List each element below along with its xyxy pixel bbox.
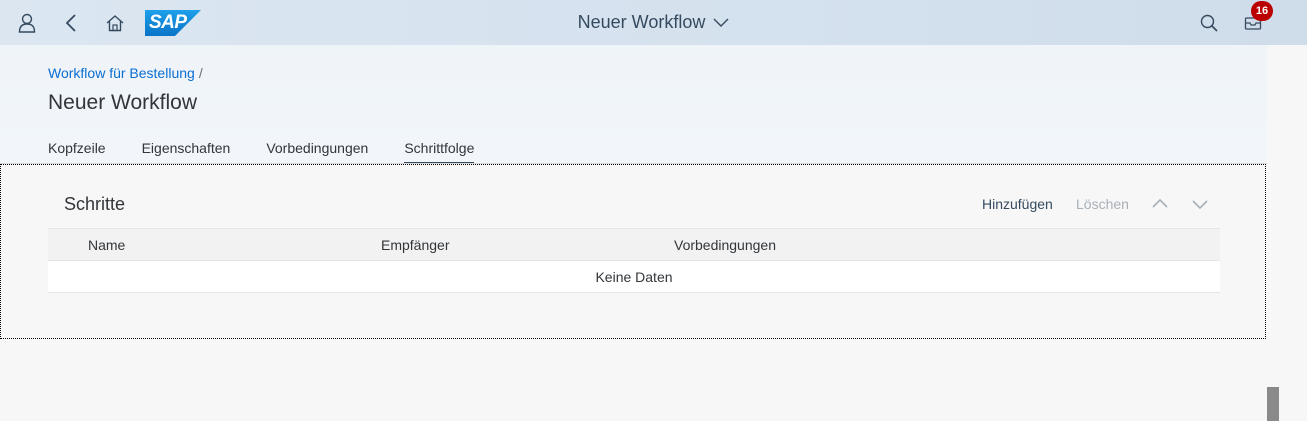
sap-logo[interactable]: SAP (145, 10, 201, 36)
breadcrumb: Workflow für Bestellung / (48, 65, 203, 81)
scrollbar-thumb[interactable] (1267, 387, 1279, 421)
back-icon[interactable] (53, 0, 89, 45)
add-button[interactable]: Hinzufügen (982, 196, 1053, 212)
move-down-icon[interactable] (1190, 194, 1210, 214)
search-icon[interactable] (1191, 0, 1227, 45)
page-title: Neuer Workflow (48, 91, 197, 114)
no-data-text: Keine Daten (595, 268, 673, 285)
table-no-data: Keine Daten (48, 261, 1220, 293)
tab-eigenschaften[interactable]: Eigenschaften (142, 140, 231, 164)
delete-button[interactable]: Löschen (1076, 196, 1129, 212)
notification-badge[interactable]: 16 (1251, 1, 1273, 21)
shell-title-menu[interactable]: Neuer Workflow (578, 12, 730, 33)
home-icon[interactable] (97, 0, 133, 45)
move-up-icon[interactable] (1150, 194, 1170, 214)
breadcrumb-link[interactable]: Workflow für Bestellung (48, 65, 195, 81)
column-header-recipient[interactable]: Empfänger (381, 237, 449, 253)
user-icon[interactable] (9, 0, 45, 45)
scrollbar-track[interactable] (1267, 45, 1281, 421)
tab-bar: Kopfzeile Eigenschaften Vorbedingungen S… (48, 140, 510, 164)
breadcrumb-separator: / (198, 65, 203, 81)
table-header: Name Empfänger Vorbedingungen (48, 228, 1220, 261)
sap-logo-text: SAP (149, 12, 187, 33)
tab-schrittfolge[interactable]: Schrittfolge (404, 140, 475, 164)
tab-vorbedingungen[interactable]: Vorbedingungen (266, 140, 368, 164)
chevron-down-icon (713, 18, 729, 28)
column-header-name[interactable]: Name (88, 237, 125, 253)
shell-title: Neuer Workflow (577, 12, 706, 32)
column-header-preconditions[interactable]: Vorbedingungen (674, 237, 776, 253)
shell-bar: SAP Neuer Workflow 16 (0, 0, 1307, 45)
tab-kopfzeile[interactable]: Kopfzeile (48, 140, 106, 164)
object-page-header: Workflow für Bestellung / Neuer Workflow … (0, 45, 1267, 164)
section-title: Schritte (64, 194, 126, 214)
